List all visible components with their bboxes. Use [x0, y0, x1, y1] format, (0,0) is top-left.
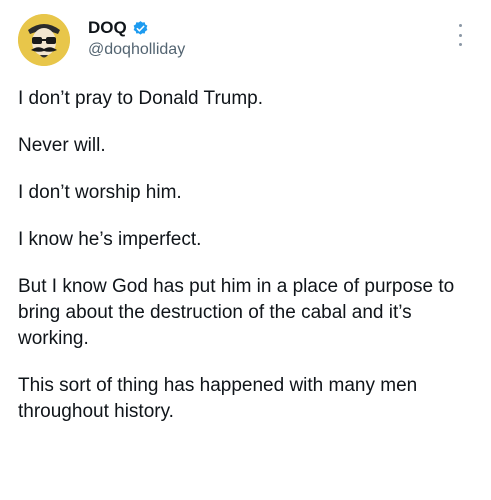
- tweet-paragraph: Never will.: [18, 135, 106, 156]
- tweet-paragraph: This sort of thing has happened with man…: [18, 375, 418, 422]
- dot: [458, 43, 462, 46]
- tweet-paragraph: I know he’s imperfect.: [18, 229, 202, 250]
- tweet-paragraph: But I know God has put him in a place of…: [18, 276, 455, 349]
- author-handle[interactable]: @doqholliday: [88, 40, 185, 60]
- dot: [458, 33, 462, 37]
- dot: [458, 24, 462, 27]
- verified-badge-icon: [132, 20, 149, 37]
- avatar[interactable]: [18, 14, 70, 66]
- tweet-card: DOQ @doqholliday I don’t pray to Donald …: [0, 0, 491, 500]
- mustached-man-with-sunglasses-avatar-icon: [18, 14, 70, 66]
- tweet-paragraph: I don’t worship him.: [18, 182, 182, 203]
- author-name-row: DOQ: [88, 18, 149, 38]
- tweet-paragraph: I don’t pray to Donald Trump.: [18, 88, 264, 109]
- more-options-icon[interactable]: [457, 24, 463, 46]
- tweet-text: I don’t pray to Donald Trump. Never will…: [18, 86, 468, 446]
- display-name[interactable]: DOQ: [88, 18, 127, 38]
